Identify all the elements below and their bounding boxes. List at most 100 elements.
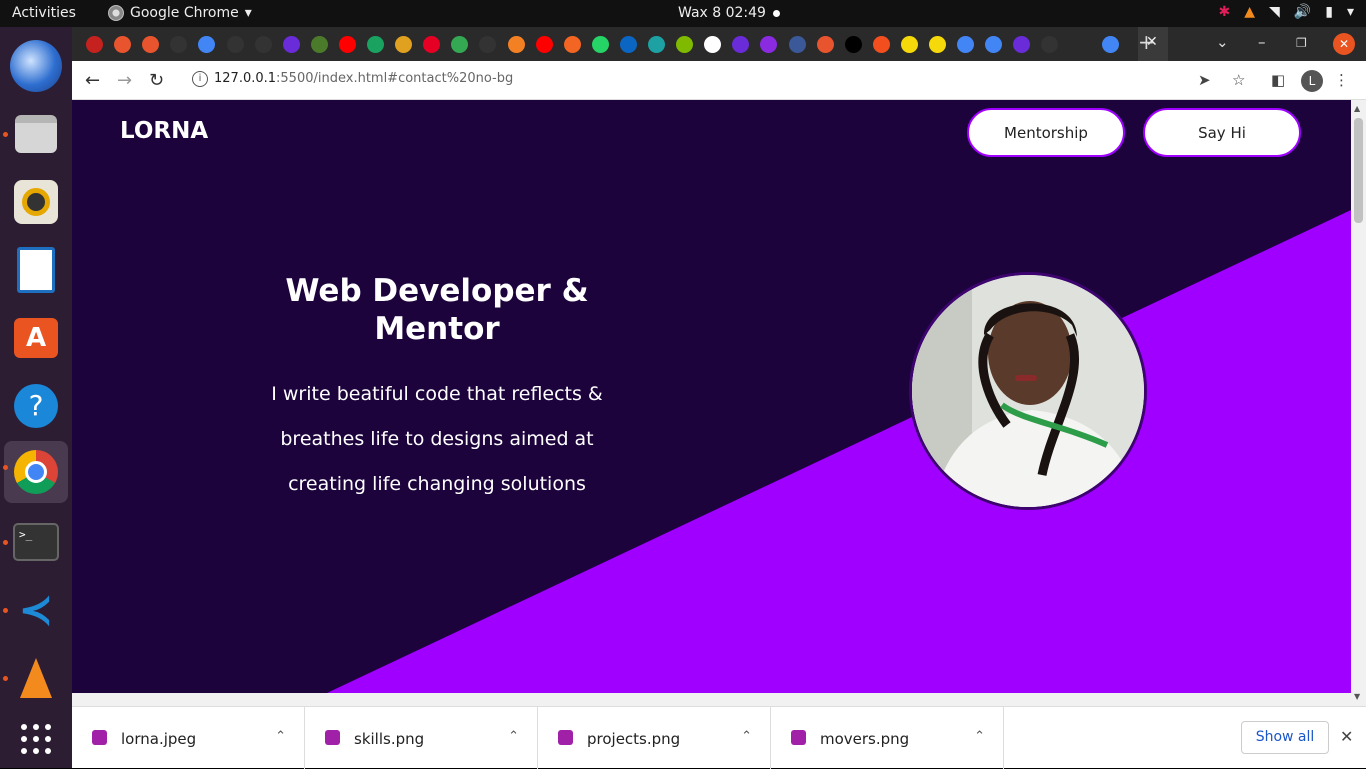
send-icon[interactable]: ➤ bbox=[1198, 71, 1211, 89]
download-item[interactable]: projects.png ⌃ bbox=[538, 707, 771, 769]
tab-favicon-icon[interactable] bbox=[507, 36, 525, 53]
tab-favicon-icon[interactable] bbox=[226, 36, 244, 53]
close-window-icon[interactable]: ✕ bbox=[1333, 33, 1355, 55]
tab-favicon-icon[interactable] bbox=[535, 36, 553, 53]
tab-favicon-icon[interactable] bbox=[816, 36, 834, 53]
system-top-bar: Activities Google Chrome ▾ Wax 8 02:49 ✱… bbox=[0, 0, 1366, 27]
help-icon[interactable]: ? bbox=[10, 380, 62, 432]
tab-favicon-icon[interactable] bbox=[479, 36, 497, 53]
vscode-icon[interactable]: ≺ bbox=[3, 584, 62, 636]
profile-avatar[interactable]: L bbox=[1301, 70, 1323, 92]
vertical-scrollbar[interactable]: ▲ ▼ bbox=[1351, 100, 1366, 706]
vlc-tray-icon[interactable]: ▲ bbox=[1244, 4, 1255, 20]
profile-photo bbox=[909, 272, 1147, 510]
hero-line: creating life changing solutions bbox=[288, 473, 586, 495]
clock[interactable]: Wax 8 02:49 bbox=[678, 5, 766, 21]
download-item[interactable]: lorna.jpeg ⌃ bbox=[72, 707, 305, 769]
tab-favicon-icon[interactable] bbox=[1013, 36, 1031, 53]
ubuntu-software-icon[interactable]: A bbox=[10, 312, 62, 364]
tab-favicon-icon[interactable] bbox=[282, 36, 300, 53]
tab-favicon-icon[interactable] bbox=[142, 36, 160, 53]
scroll-down-icon[interactable]: ▼ bbox=[1354, 692, 1360, 701]
chevron-up-icon[interactable]: ⌃ bbox=[741, 729, 752, 744]
close-download-shelf-icon[interactable]: ✕ bbox=[1340, 727, 1353, 746]
tab-favicon-icon[interactable] bbox=[170, 36, 188, 53]
tab-favicon-icon[interactable] bbox=[704, 36, 722, 53]
chevron-up-icon[interactable]: ⌃ bbox=[508, 729, 519, 744]
dock: A ? >_ ≺ bbox=[0, 27, 72, 768]
tab-favicon-icon[interactable] bbox=[929, 36, 946, 53]
tab-favicon-icon[interactable] bbox=[451, 36, 469, 53]
restore-icon[interactable]: ❐ bbox=[1296, 36, 1307, 50]
tab-favicon-icon[interactable] bbox=[788, 36, 806, 53]
tab-favicon-icon[interactable] bbox=[367, 36, 384, 53]
download-item[interactable]: skills.png ⌃ bbox=[305, 707, 538, 769]
tab-favicon-icon[interactable] bbox=[591, 36, 609, 53]
tab-favicon-icon[interactable] bbox=[1102, 36, 1119, 53]
bookmark-star-icon[interactable]: ☆ bbox=[1232, 71, 1245, 89]
chevron-up-icon[interactable]: ⌃ bbox=[275, 729, 286, 744]
scrollbar-thumb[interactable] bbox=[1354, 118, 1363, 223]
tab-favicon-icon[interactable] bbox=[619, 36, 637, 53]
hero-title: Web Developer & Mentor bbox=[285, 273, 589, 347]
system-tray[interactable]: ✱ ▲ ◥ 🔊 ▮ ▾ bbox=[1219, 4, 1354, 20]
tab-favicon-icon[interactable] bbox=[86, 36, 103, 53]
tab-favicon-icon[interactable] bbox=[563, 36, 581, 53]
terminal-icon[interactable]: >_ bbox=[3, 516, 62, 568]
vlc-icon[interactable] bbox=[3, 652, 62, 704]
volume-icon[interactable]: 🔊 bbox=[1294, 4, 1311, 20]
address-bar[interactable]: i 127.0.0.1:5500/index.html#contact%20no… bbox=[182, 66, 1257, 95]
reload-icon[interactable]: ↻ bbox=[149, 70, 164, 91]
chrome-dock-icon[interactable] bbox=[3, 441, 68, 503]
site-info-icon[interactable]: i bbox=[192, 71, 208, 87]
say-hi-button[interactable]: Say Hi bbox=[1143, 108, 1301, 157]
diagonal-background bbox=[327, 210, 1351, 693]
url-text[interactable]: 127.0.0.1:5500/index.html#contact%20no-b… bbox=[214, 71, 513, 86]
tab-favicon-icon[interactable] bbox=[900, 36, 918, 53]
page-viewport: LORNA Mentorship Say Hi Web Developer & … bbox=[72, 100, 1351, 693]
tab-favicon-icon[interactable] bbox=[395, 36, 413, 53]
files-icon[interactable] bbox=[3, 108, 62, 160]
power-menu-icon[interactable]: ▾ bbox=[1347, 4, 1354, 20]
tab-favicon-icon[interactable] bbox=[1041, 36, 1059, 53]
activities-button[interactable]: Activities bbox=[12, 5, 76, 21]
back-icon[interactable]: ← bbox=[85, 70, 100, 91]
tab-favicon-icon[interactable] bbox=[648, 36, 665, 53]
tab-favicon-icon[interactable] bbox=[760, 36, 778, 53]
tab-favicon-icon[interactable] bbox=[844, 36, 862, 53]
tab-favicon-icon[interactable] bbox=[310, 36, 328, 53]
tab-favicon-icon[interactable] bbox=[676, 36, 694, 53]
libreoffice-impress-icon[interactable] bbox=[10, 244, 62, 296]
mentorship-button[interactable]: Mentorship bbox=[967, 108, 1125, 157]
rhythmbox-icon[interactable] bbox=[10, 176, 62, 228]
forward-icon[interactable]: → bbox=[117, 70, 132, 91]
show-all-downloads-button[interactable]: Show all bbox=[1241, 721, 1329, 754]
new-tab-button[interactable]: + bbox=[1138, 30, 1155, 54]
thunderbird-icon[interactable] bbox=[10, 40, 62, 92]
tab-favicon-icon[interactable] bbox=[985, 36, 1003, 53]
tab-favicon-icon[interactable] bbox=[254, 36, 272, 53]
site-logo[interactable]: LORNA bbox=[120, 118, 208, 144]
horizontal-scrollbar[interactable] bbox=[72, 693, 1351, 706]
scroll-up-icon[interactable]: ▲ bbox=[1354, 104, 1360, 113]
app-menu[interactable]: Google Chrome ▾ bbox=[108, 5, 252, 21]
tab-favicon-icon[interactable] bbox=[957, 36, 975, 53]
minimize-icon[interactable]: – bbox=[1258, 33, 1266, 51]
notification-dot bbox=[773, 10, 780, 17]
tab-favicon-icon[interactable] bbox=[423, 36, 441, 53]
tab-favicon-icon[interactable] bbox=[114, 36, 132, 53]
tab-search-icon[interactable]: ⌄ bbox=[1216, 33, 1229, 51]
tab-favicon-icon[interactable] bbox=[872, 36, 890, 53]
battery-icon[interactable]: ▮ bbox=[1325, 4, 1333, 20]
chevron-up-icon[interactable]: ⌃ bbox=[974, 729, 985, 744]
download-item[interactable]: movers.png ⌃ bbox=[771, 707, 1004, 769]
show-applications-icon[interactable] bbox=[10, 713, 62, 765]
slack-icon[interactable]: ✱ bbox=[1219, 4, 1231, 20]
wifi-icon[interactable]: ◥ bbox=[1269, 4, 1280, 20]
menu-kebab-icon[interactable]: ⋮ bbox=[1334, 71, 1349, 89]
tab-favicon-icon[interactable] bbox=[198, 36, 216, 53]
image-file-icon bbox=[791, 730, 806, 745]
extension-icon[interactable]: ◧ bbox=[1271, 71, 1285, 89]
tab-favicon-icon[interactable] bbox=[732, 36, 750, 53]
tab-favicon-icon[interactable] bbox=[338, 36, 356, 53]
